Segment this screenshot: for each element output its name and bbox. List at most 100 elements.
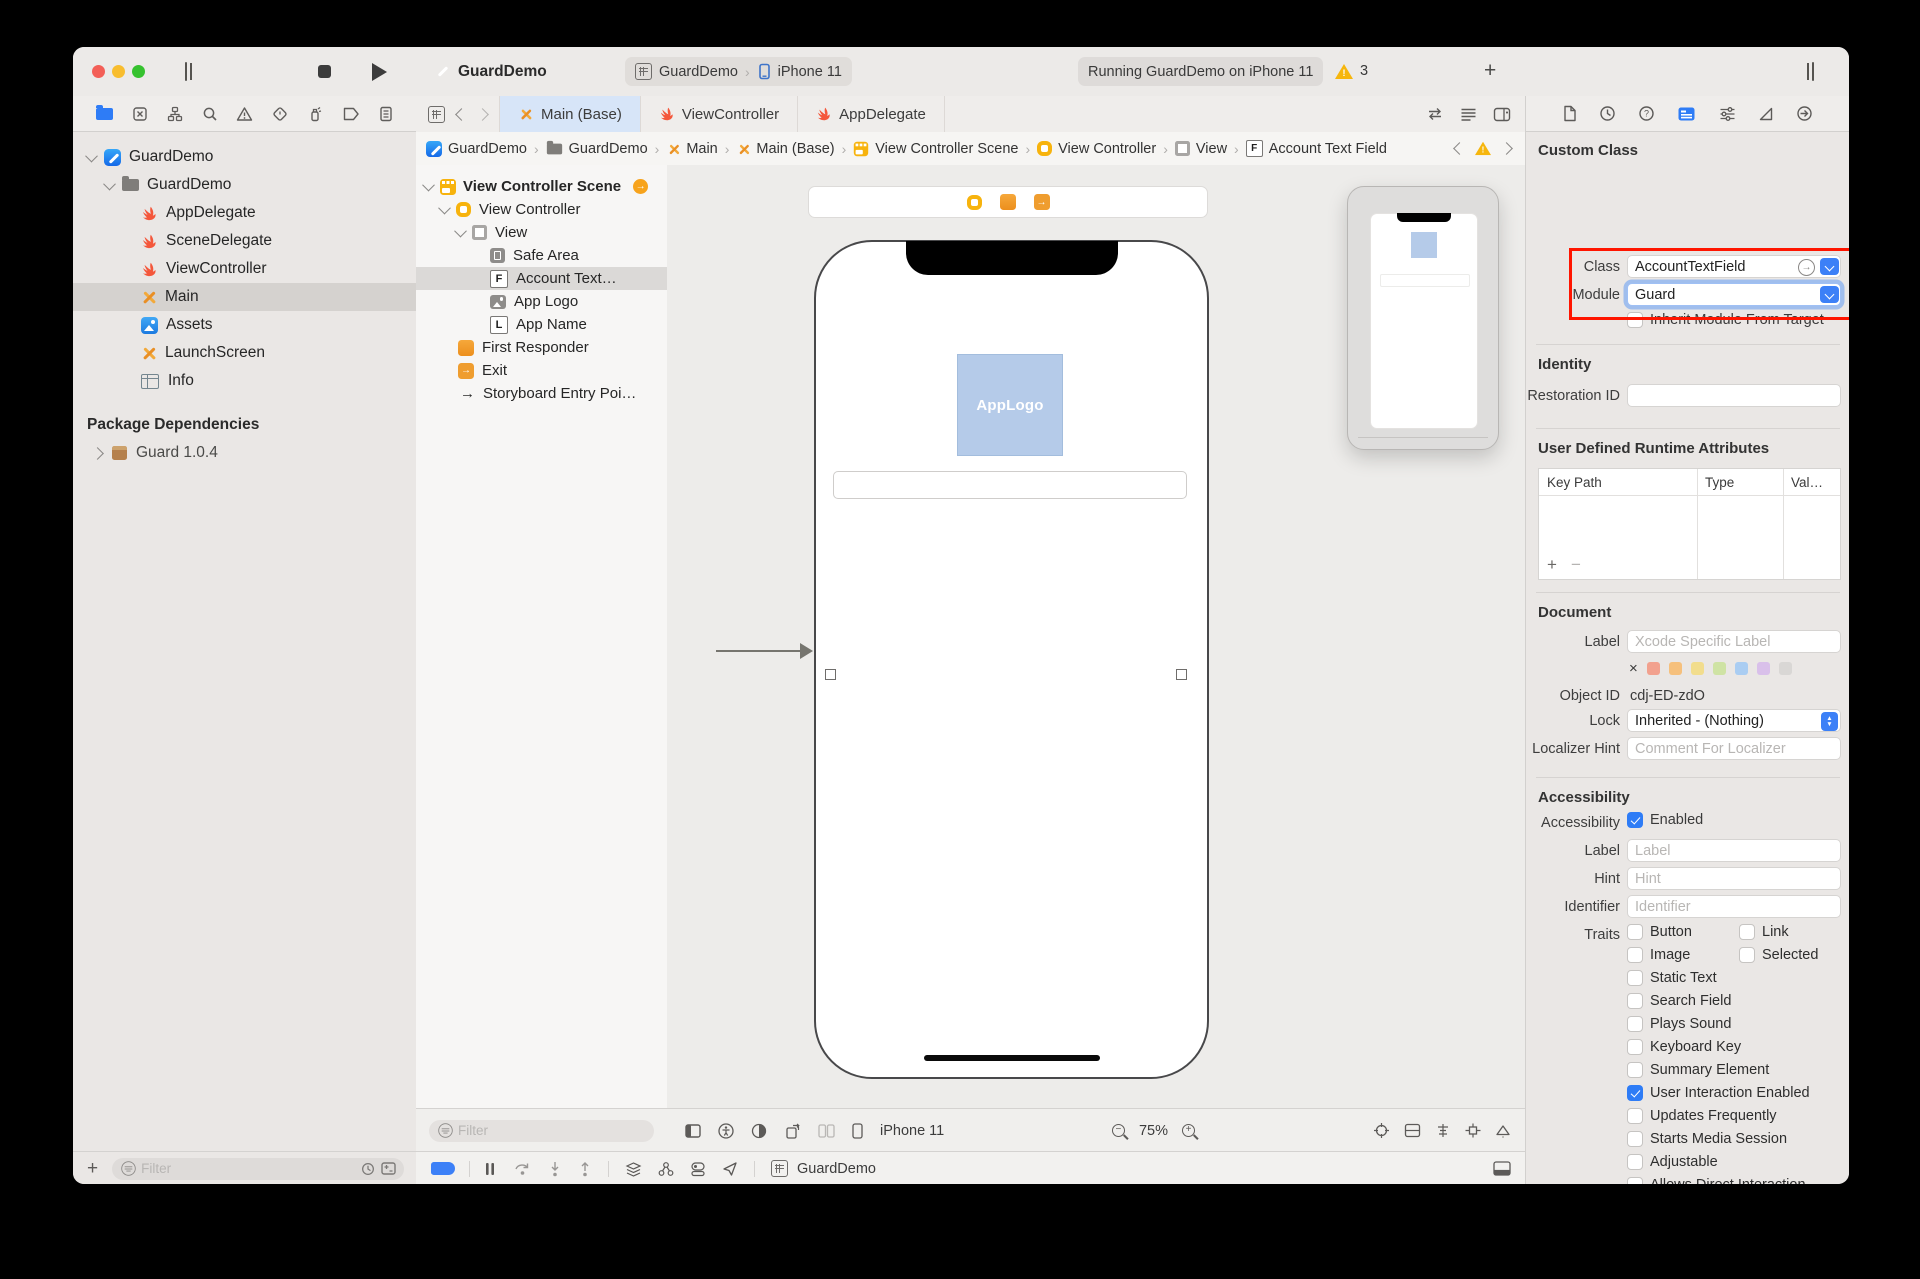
code-review-icon[interactable] [1426, 107, 1444, 121]
color-swatch-red[interactable] [1646, 662, 1660, 675]
viewcontroller-scene-phone[interactable]: AppLogo [814, 240, 1209, 1079]
nav-item-assets[interactable]: Assets [73, 311, 416, 339]
trait-static-text[interactable]: Static Text [1627, 970, 1717, 986]
class-dropdown-icon[interactable] [1820, 258, 1839, 275]
trait-checkbox[interactable] [1627, 993, 1643, 1009]
jumpbar-crumb[interactable]: Account Text Field [1269, 141, 1387, 157]
trait-starts-media-session[interactable]: Starts Media Session [1627, 1131, 1787, 1147]
align-icon[interactable] [1435, 1123, 1451, 1138]
trait-checkbox[interactable] [1627, 1154, 1643, 1170]
outline-applogo-row[interactable]: App Logo [416, 290, 667, 313]
color-swatch-blue[interactable] [1734, 662, 1748, 675]
zoom-window-button[interactable] [132, 65, 145, 78]
tab-appdelegate[interactable]: AppDelegate [798, 96, 945, 132]
simulator-window[interactable] [1347, 186, 1499, 450]
go-back-icon[interactable] [455, 107, 468, 121]
show-all-tabs-icon[interactable] [428, 105, 445, 123]
run-button[interactable] [372, 63, 387, 81]
recent-files-icon[interactable] [361, 1162, 375, 1176]
resolve-autolayout-icon[interactable] [1495, 1123, 1511, 1139]
trait-button[interactable]: Button [1627, 924, 1692, 940]
go-forward-icon[interactable] [476, 107, 489, 121]
outline-exit-row[interactable]: → Exit [416, 359, 667, 382]
pause-icon[interactable] [484, 1162, 496, 1176]
dock-viewcontroller-icon[interactable] [966, 194, 982, 210]
inherit-module-row[interactable]: Inherit Module From Target [1627, 312, 1824, 328]
accessibility-preview-icon[interactable] [718, 1122, 734, 1139]
disclosure-icon[interactable] [438, 201, 451, 215]
project-navigator-icon[interactable] [96, 104, 114, 120]
symbol-navigator-icon[interactable] [167, 106, 183, 122]
trait-checkbox[interactable] [1627, 970, 1643, 986]
disclosure-icon[interactable] [91, 446, 104, 460]
trait-checkbox[interactable] [1627, 1108, 1643, 1124]
report-navigator-icon[interactable] [379, 106, 393, 122]
color-swatch-purple[interactable] [1756, 662, 1770, 675]
warning-count[interactable]: 3 [1360, 63, 1368, 79]
process-name-label[interactable]: GuardDemo [797, 1161, 876, 1177]
device-selector-icon[interactable] [852, 1122, 863, 1139]
jumpbar-crumb[interactable]: Main (Base) [756, 141, 834, 157]
add-constraints-icon[interactable] [1465, 1123, 1481, 1138]
trait-summary-element[interactable]: Summary Element [1627, 1062, 1769, 1078]
nav-item-appdelegate[interactable]: AppDelegate [73, 199, 416, 227]
trait-checkbox[interactable] [1627, 1177, 1643, 1184]
zoom-level-label[interactable]: 75% [1139, 1123, 1168, 1139]
zoom-in-icon[interactable]: + [1182, 1124, 1195, 1137]
outline-toggle-icon[interactable] [685, 1123, 701, 1138]
trait-plays-sound[interactable]: Plays Sound [1627, 1016, 1731, 1032]
step-out-icon[interactable] [578, 1161, 592, 1177]
breakpoint-navigator-icon[interactable] [342, 107, 360, 121]
simulate-location-icon[interactable] [722, 1161, 738, 1177]
trait-link[interactable]: Link [1739, 924, 1789, 940]
outline-firstresponder-row[interactable]: First Responder [416, 336, 667, 359]
trait-image[interactable]: Image [1627, 947, 1690, 963]
nav-item-project-root[interactable]: GuardDemo [73, 143, 416, 171]
dock-exit-icon[interactable]: → [1033, 194, 1050, 210]
nav-item-group[interactable]: GuardDemo [73, 171, 416, 199]
jumpbar-crumb[interactable]: Main [686, 141, 717, 157]
breakpoints-toggle-icon[interactable] [431, 1162, 455, 1175]
trait-checkbox[interactable] [1739, 947, 1755, 963]
previous-issue-icon[interactable] [1453, 142, 1466, 155]
storyboard-canvas[interactable]: → AppLogo [667, 165, 1525, 1108]
trait-checkbox[interactable] [1627, 1062, 1643, 1078]
applogo-imageview[interactable]: AppLogo [957, 354, 1063, 456]
nav-item-viewcontroller[interactable]: ViewController [73, 255, 416, 283]
outline-filter-field[interactable] [429, 1119, 654, 1142]
column-header-type[interactable]: Type [1697, 475, 1783, 490]
zoom-out-icon[interactable]: − [1111, 1124, 1125, 1137]
selection-handle-left[interactable] [825, 669, 836, 680]
color-swatch-yellow[interactable] [1690, 662, 1704, 675]
step-into-icon[interactable] [548, 1161, 562, 1177]
next-issue-icon[interactable] [1500, 142, 1513, 155]
memory-graph-icon[interactable] [658, 1161, 674, 1177]
nav-item-guard-package[interactable]: Guard 1.0.4 [73, 439, 416, 467]
warning-icon[interactable]: ! [1335, 64, 1353, 79]
dock-first-responder-icon[interactable] [999, 194, 1016, 210]
column-header-keypath[interactable]: Key Path [1539, 475, 1697, 490]
update-frames-icon[interactable] [1373, 1122, 1390, 1139]
tab-main-storyboard[interactable]: Main (Base) [500, 96, 641, 132]
jumpbar-crumb[interactable]: View Controller [1058, 141, 1156, 157]
accessibility-enabled-checkbox[interactable] [1627, 812, 1643, 828]
source-control-navigator-icon[interactable] [132, 106, 148, 122]
disclosure-icon[interactable] [454, 224, 467, 238]
appearance-toggle-icon[interactable] [751, 1123, 767, 1139]
tab-viewcontroller[interactable]: ViewController [641, 96, 799, 132]
class-jump-arrow-icon[interactable]: → [1798, 259, 1815, 276]
storyboard-entry-arrow[interactable] [716, 650, 802, 652]
step-over-icon[interactable] [514, 1161, 532, 1176]
jumpbar-crumb[interactable]: View [1196, 141, 1227, 157]
outline-textfield-row-selected[interactable]: F Account Text… [416, 267, 667, 290]
outline-safearea-row[interactable]: Safe Area [416, 244, 667, 267]
orientation-icon[interactable] [784, 1123, 801, 1139]
accessibility-enabled-row[interactable]: Enabled [1627, 812, 1703, 828]
jumpbar-crumb[interactable]: View Controller Scene [875, 141, 1018, 157]
source-control-filter-icon[interactable] [381, 1162, 396, 1175]
disclosure-icon[interactable] [85, 149, 98, 162]
view-hierarchy-icon[interactable] [625, 1161, 642, 1177]
nav-item-scenedelegate[interactable]: SceneDelegate [73, 227, 416, 255]
help-inspector-icon[interactable]: ? [1638, 105, 1655, 122]
disclosure-icon[interactable] [103, 177, 116, 190]
